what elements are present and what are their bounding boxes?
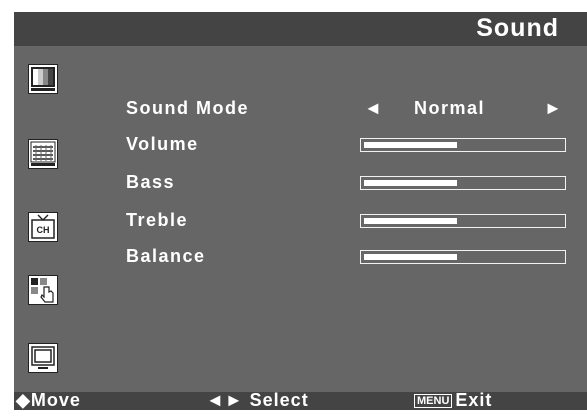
bass-slider[interactable] xyxy=(360,176,566,190)
arrow-right-icon[interactable]: ► xyxy=(544,98,563,119)
title-bar: Sound xyxy=(14,12,587,46)
treble-label: Treble xyxy=(126,210,189,230)
menu-panel: CH Sound Mode ◄ Normal ► Volume Bass Tre… xyxy=(14,46,587,392)
screen-icon[interactable] xyxy=(28,343,58,373)
sound-mode-label: Sound Mode xyxy=(126,98,249,118)
hint-bar: ◆Move ◄► Select MENU Exit xyxy=(14,390,587,411)
select-arrows-icon: ◄► xyxy=(206,390,244,410)
sound-menu-osd: Sound CH Sound Mode ◄ Normal ► Volume Ba… xyxy=(14,12,587,410)
move-label: Move xyxy=(30,390,81,410)
svg-text:CH: CH xyxy=(37,225,50,235)
volume-slider[interactable] xyxy=(360,138,566,152)
select-hint: ◄► Select xyxy=(206,390,309,411)
arrow-left-icon[interactable]: ◄ xyxy=(364,98,383,119)
sound-icon[interactable] xyxy=(28,139,58,169)
setup-icon[interactable] xyxy=(28,275,58,305)
balance-level xyxy=(364,254,457,260)
menu-key-icon: MENU xyxy=(414,394,453,408)
channel-icon[interactable]: CH xyxy=(28,212,58,242)
move-hint: ◆Move xyxy=(16,390,81,411)
move-arrows-icon: ◆ xyxy=(16,390,31,410)
bass-level xyxy=(364,180,457,186)
treble-slider[interactable] xyxy=(360,214,566,228)
exit-label: Exit xyxy=(455,390,493,410)
balance-label: Balance xyxy=(126,246,206,266)
volume-label: Volume xyxy=(126,134,199,154)
sound-mode-value: Normal xyxy=(414,98,486,118)
select-label: Select xyxy=(249,390,309,410)
balance-slider[interactable] xyxy=(360,250,566,264)
treble-level xyxy=(364,218,457,224)
exit-hint: MENU Exit xyxy=(414,390,492,411)
menu-title: Sound xyxy=(476,14,559,42)
picture-icon[interactable] xyxy=(28,64,58,94)
sound-mode-selector[interactable]: ◄ Normal ► xyxy=(364,98,564,126)
volume-level xyxy=(364,142,457,148)
bass-label: Bass xyxy=(126,172,176,192)
